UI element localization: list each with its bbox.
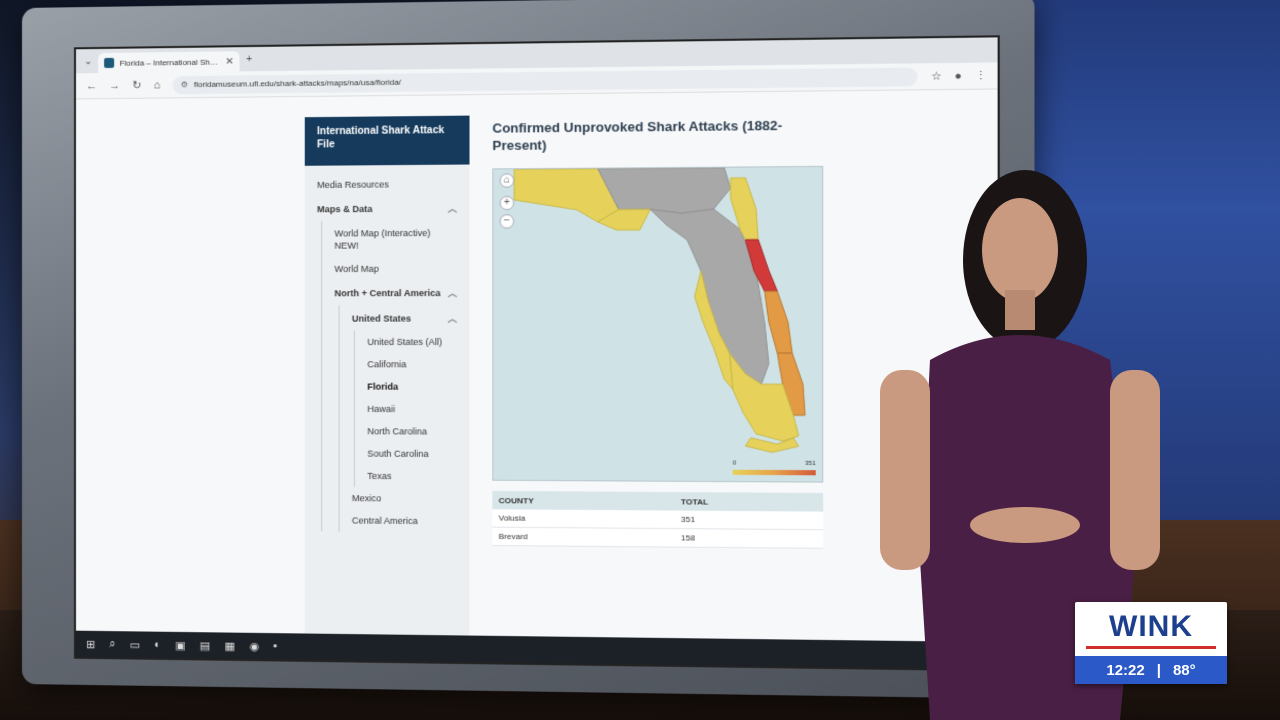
legend-max-label: 351 [805,461,816,467]
tab-list-icon[interactable]: ⌄ [84,56,92,67]
sidebar-nav: International Shark Attack File Media Re… [305,116,470,646]
bookmark-star-icon[interactable]: ☆ [931,69,942,83]
united-states-submenu: United States (All) California Florida H… [354,331,470,488]
florida-county-map[interactable]: ⌂ + − 0 351 [492,166,823,483]
county-table: COUNTY TOTAL Volusia 351 Brevard 158 [492,491,823,549]
chevron-up-icon: ︿ [448,311,457,324]
search-icon[interactable]: ⌕ [109,638,115,651]
sidebar-item-label: Maps & Data [317,203,372,213]
sidebar-item-north-carolina[interactable]: North Carolina [355,420,470,443]
back-icon[interactable]: ← [86,80,97,92]
site-favicon-icon [104,58,114,68]
north-america-submenu: United States ︿ United States (All) Cali… [339,305,470,532]
sidebar-item-texas[interactable]: Texas [355,465,470,488]
sidebar-item-north-central-america[interactable]: North + Central America ︿ [322,280,469,306]
map-legend: 0 351 [733,463,816,476]
sidebar-header[interactable]: International Shark Attack File [305,116,470,166]
florida-map-svg [493,167,823,483]
page-title: Confirmed Unprovoked Shark Attacks (1882… [492,116,808,154]
sidebar-item-central-america[interactable]: Central America [340,509,470,532]
sidebar-item-united-states-all[interactable]: United States (All) [355,331,470,353]
media-app-icon[interactable]: ▪ [273,640,277,652]
task-view-icon[interactable]: ▭ [130,638,140,651]
sidebar-item-south-carolina[interactable]: South Carolina [355,442,470,465]
close-tab-icon[interactable]: ✕ [225,56,234,67]
browser-tab[interactable]: Florida – International Shark At ✕ [98,51,239,73]
time-temp-bar: 12:22 | 88° [1075,656,1227,684]
wink-logo-text: WINK [1109,610,1193,644]
sidebar-item-hawaii[interactable]: Hawaii [355,398,470,421]
reload-icon[interactable]: ↻ [132,79,141,92]
chevron-up-icon: ︿ [448,201,457,214]
new-tab-icon[interactable]: + [246,54,252,65]
county-cell: Volusia [492,513,681,524]
panhandle-north-region [598,168,731,214]
florida-keys-region [745,438,798,453]
table-row[interactable]: Brevard 158 [492,528,823,549]
url-field[interactable]: ⚙ floridamuseum.ufl.edu/shark-attacks/ma… [172,67,918,94]
sidebar-item-mexico[interactable]: Mexico [340,487,470,510]
site-info-icon[interactable]: ⚙ [181,80,188,89]
menu-kebab-icon[interactable]: ⋮ [975,69,987,83]
sidebar-item-media-resources[interactable]: Media Resources [305,173,470,196]
separator: | [1157,662,1161,679]
sidebar-item-label: United States [352,313,411,323]
zoom-in-button[interactable]: + [500,196,515,210]
home-icon[interactable]: ⌂ [154,79,161,91]
sidebar-item-world-map-interactive[interactable]: World Map (Interactive) NEW! [322,221,469,258]
zoom-out-button[interactable]: − [500,214,515,228]
edge-browser-icon[interactable]: ◐ [154,639,161,651]
legend-min-label: 0 [733,460,737,466]
total-cell: 351 [681,515,823,525]
profile-icon[interactable]: ● [955,70,962,83]
temperature: 88° [1173,662,1196,679]
forward-icon[interactable]: → [109,79,120,91]
chevron-up-icon: ︿ [448,286,457,299]
sidebar-item-maps-data[interactable]: Maps & Data ︿ [305,195,470,221]
column-header-total[interactable]: TOTAL [681,497,823,507]
windows-start-icon[interactable]: ⊞ [86,637,95,650]
store-icon[interactable]: ▤ [200,639,211,652]
wink-logo: WINK [1075,602,1227,656]
sidebar-item-california[interactable]: California [355,353,470,375]
table-header: COUNTY TOTAL [492,491,823,512]
sidebar-item-florida[interactable]: Florida [355,375,470,398]
column-header-county[interactable]: COUNTY [492,496,681,506]
total-cell: 158 [681,533,823,543]
logo-underline [1086,646,1216,649]
station-bug: WINK 12:22 | 88° [1075,602,1227,684]
tab-title: Florida – International Shark At [120,57,221,67]
map-home-button[interactable]: ⌂ [500,173,515,187]
county-cell: Brevard [492,532,681,543]
app-icon[interactable]: ▦ [225,639,236,652]
brevard-county-region [765,291,793,353]
file-explorer-icon[interactable]: ▣ [175,638,186,651]
chrome-icon[interactable]: ◉ [249,639,259,652]
clock-time: 12:22 [1106,662,1144,679]
sidebar-item-world-map[interactable]: World Map [322,257,469,280]
sidebar-item-united-states[interactable]: United States ︿ [340,305,470,331]
sidebar-item-label: North + Central America [334,287,440,297]
legend-color-bar [733,470,816,476]
url-text: floridamuseum.ufl.edu/shark-attacks/maps… [194,78,401,89]
maps-data-submenu: World Map (Interactive) NEW! World Map N… [321,221,469,533]
